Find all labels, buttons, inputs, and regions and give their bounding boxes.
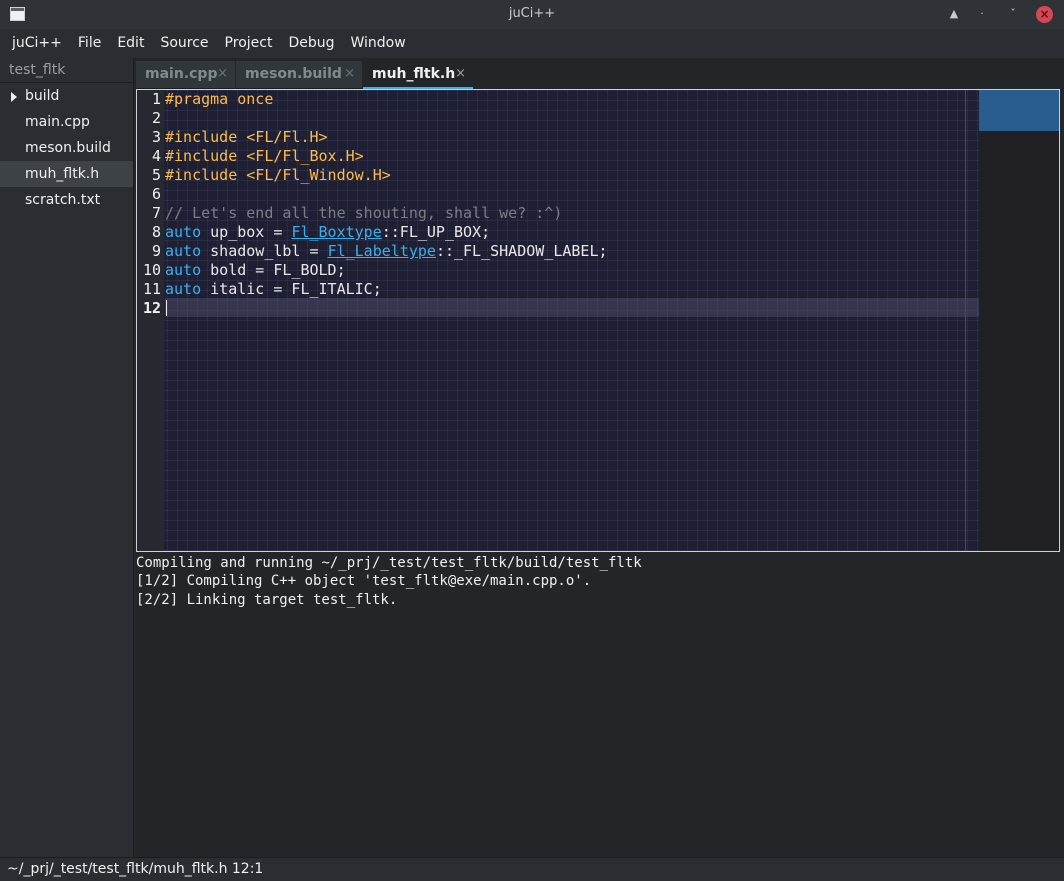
line-number: 8 [151,223,161,241]
code-line: // Let's end all the shouting, shall we?… [165,204,562,223]
close-button[interactable]: × [1036,6,1053,23]
line-number: 2 [151,109,161,127]
terminal-line: [2/2] Linking target test_fltk. [136,592,398,608]
code-token: #include <FL/Fl_Window.H> [165,166,391,184]
current-line-highlight [165,298,979,317]
code-token: shadow_lbl = [201,242,328,260]
menu-file[interactable]: File [70,29,109,58]
line-number: 3 [151,128,161,146]
tree-item-label: main.cpp [25,114,90,130]
terminal-line: Compiling and running ~/_prj/_test/test_… [136,555,642,571]
code-token: // Let's end all the shouting, shall we?… [165,204,563,222]
menu-jucipp[interactable]: juCi++ [4,29,70,58]
tab-label: meson.build [245,66,342,82]
tree-item-meson-build[interactable]: meson.build [0,135,133,161]
menu-project[interactable]: Project [217,29,281,58]
tree-item-build[interactable]: build [0,83,133,109]
code-token: up_box = [201,223,292,241]
code-token: #include <FL/Fl_Box.H> [165,147,364,165]
directory-sidebar: test_fltk build main.cpp meson.build muh… [0,58,134,857]
minimize-button[interactable]: · [973,5,991,23]
line-number: 7 [151,204,161,222]
code-token: Fl_Boxtype [291,223,382,241]
menu-window[interactable]: Window [343,29,414,58]
code-token: ::_FL_SHADOW_LABEL; [435,242,608,260]
tab-bar: main.cpp × meson.build × muh_fltk.h × [136,58,1064,89]
minimap[interactable] [979,90,1059,551]
line-number: 6 [151,185,161,203]
keep-above-button[interactable]: ▲ [945,5,963,23]
code-token: Fl_Labeltype [327,242,436,260]
project-name[interactable]: test_fltk [9,62,65,78]
tab-muh-fltk-h[interactable]: muh_fltk.h × [363,61,473,89]
code-token: auto [165,261,202,279]
close-tab-icon[interactable]: × [217,61,228,87]
text-cursor [166,300,167,316]
minimap-viewport[interactable] [979,90,1059,131]
code-token: bold = FL_BOLD; [201,261,346,279]
code-token: italic = FL_ITALIC; [201,280,382,298]
code-line: #pragma once [165,90,273,109]
tab-label: muh_fltk.h [372,66,456,82]
window-title: juCi++ [508,6,556,21]
tab-main-cpp[interactable]: main.cpp × [136,61,235,89]
code-token: ::FL_UP_BOX; [381,223,491,241]
maximize-button[interactable]: ˇ [1004,5,1022,23]
tree-item-label: meson.build [25,140,111,156]
code-line: #include <FL/Fl_Window.H> [165,166,391,185]
line-number: 9 [151,242,161,260]
code-line: auto shadow_lbl = Fl_Labeltype::_FL_SHAD… [165,242,608,261]
tree-item-scratch-txt[interactable]: scratch.txt [0,187,133,213]
line-number: 4 [151,147,161,165]
menu-bar: juCi++ File Edit Source Project Debug Wi… [0,29,1064,58]
expand-arrow-icon[interactable] [11,92,17,102]
code-editor[interactable]: 1 2 3 4 5 6 7 8 9 10 11 12 #pragma once #include <FL… [136,89,1060,552]
code-token: #include <FL/Fl.H> [165,128,328,146]
tree-item-main-cpp[interactable]: main.cpp [0,109,133,135]
tab-meson-build[interactable]: meson.build × [236,61,362,89]
menu-edit[interactable]: Edit [109,29,152,58]
title-bar: juCi++ ▲ · ˇ × [0,0,1064,29]
line-number: 5 [151,166,161,184]
line-number: 1 [151,90,161,108]
code-line: #include <FL/Fl_Box.H> [165,147,364,166]
tree-item-label: muh_fltk.h [25,166,100,182]
close-tab-icon[interactable]: × [455,61,466,87]
line-number: 11 [142,280,161,298]
code-token: #pragma once [165,90,274,108]
close-tab-icon[interactable]: × [344,61,355,87]
menu-debug[interactable]: Debug [280,29,342,58]
menu-source[interactable]: Source [152,29,216,58]
code-line: auto bold = FL_BOLD; [165,261,346,280]
tree-item-muh-fltk-h[interactable]: muh_fltk.h [0,161,133,187]
code-token: auto [165,280,202,298]
code-line: auto italic = FL_ITALIC; [165,280,382,299]
terminal-line: [1/2] Compiling C++ object 'test_fltk@ex… [136,573,592,589]
code-token: auto [165,223,202,241]
tree-item-label: build [25,88,60,104]
tab-label: main.cpp [145,66,218,82]
code-line: auto up_box = Fl_Boxtype::FL_UP_BOX; [165,223,490,242]
status-bar: ~/_prj/_test/test_fltk/muh_fltk.h 12:1 [0,857,1064,881]
terminal-output[interactable]: Compiling and running ~/_prj/_test/test_… [136,552,1064,857]
tree-item-label: scratch.txt [25,192,101,208]
right-margin-guide [965,90,966,551]
code-token: auto [165,242,202,260]
line-number-gutter: 1 2 3 4 5 6 7 8 9 10 11 12 [137,90,164,551]
code-line: #include <FL/Fl.H> [165,128,328,147]
status-file-position: ~/_prj/_test/test_fltk/muh_fltk.h 12:1 [7,861,264,877]
line-number: 12 [142,299,161,317]
line-number: 10 [142,261,161,279]
